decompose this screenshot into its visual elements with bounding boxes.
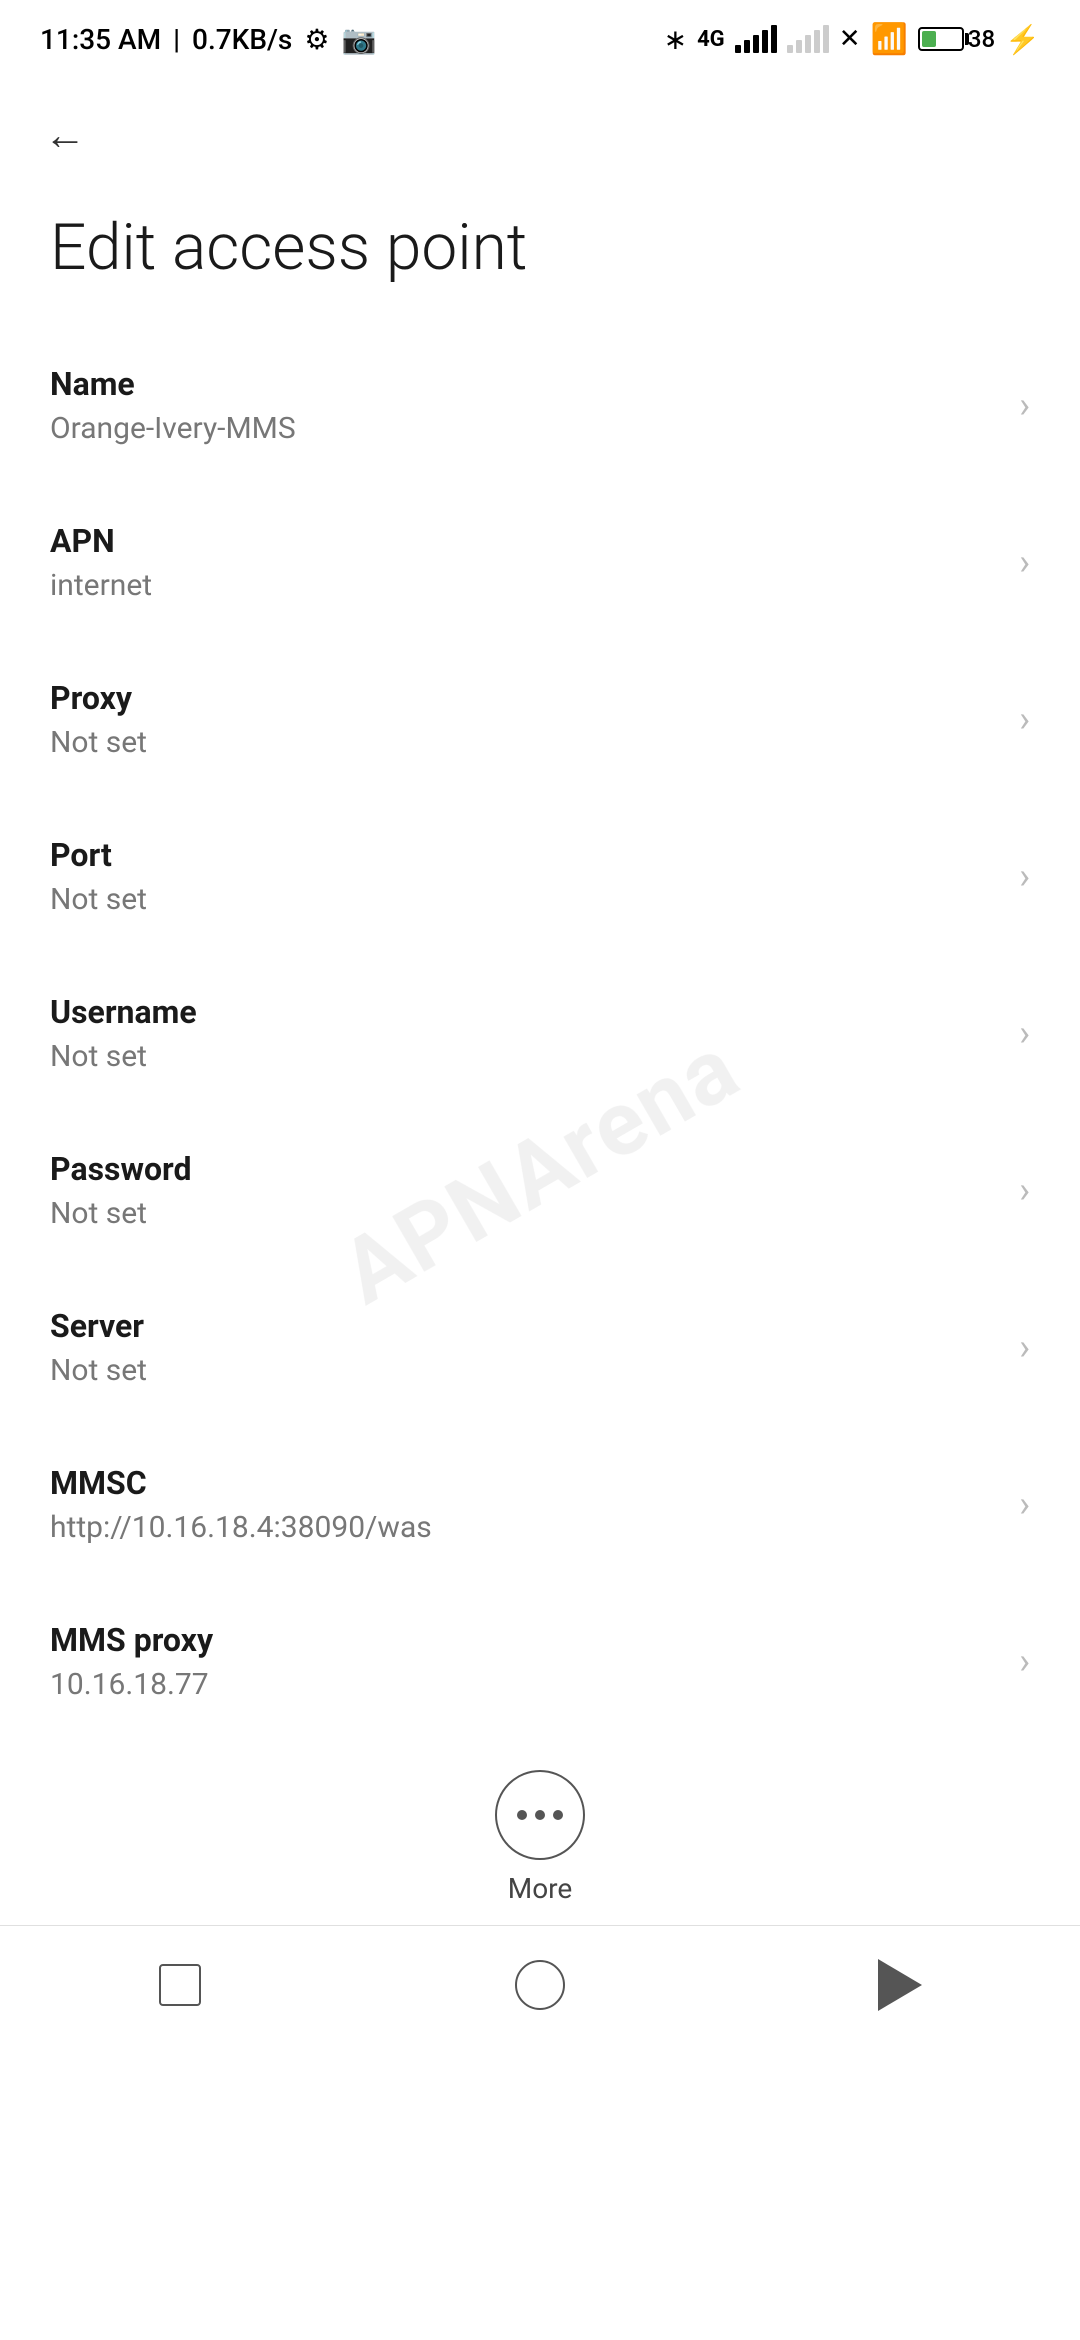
network-4g-icon: 4G bbox=[697, 27, 725, 52]
status-bar: 11:35 AM | 0.7KB/s ⚙ 📷 ∗ 4G ✕ 📶 38 bbox=[0, 0, 1080, 70]
nav-back-button[interactable] bbox=[850, 1950, 950, 2020]
more-dots-icon bbox=[517, 1810, 563, 1820]
settings-value-password: Not set bbox=[50, 1196, 999, 1231]
settings-item-username[interactable]: Username Not set › bbox=[0, 955, 1080, 1112]
back-button[interactable]: ← bbox=[30, 100, 100, 170]
settings-label-username: Username bbox=[50, 993, 999, 1031]
settings-value-proxy: Not set bbox=[50, 725, 999, 760]
settings-item-username-content: Username Not set bbox=[50, 993, 999, 1074]
separator: | bbox=[173, 23, 180, 56]
signal-bar-6 bbox=[787, 45, 793, 53]
data-speed: 0.7KB/s bbox=[192, 23, 292, 56]
settings-label-name: Name bbox=[50, 365, 999, 403]
wifi-icon: 📶 bbox=[870, 22, 907, 57]
settings-label-proxy: Proxy bbox=[50, 679, 999, 717]
signal-bar-3 bbox=[753, 35, 759, 53]
chevron-icon-mmsc: › bbox=[1019, 1483, 1030, 1525]
more-circle-icon bbox=[495, 1770, 585, 1860]
nav-bar bbox=[0, 1925, 1080, 2045]
settings-item-name-content: Name Orange-Ivery-MMS bbox=[50, 365, 999, 446]
settings-item-password-content: Password Not set bbox=[50, 1150, 999, 1231]
settings-item-apn-content: APN internet bbox=[50, 522, 999, 603]
settings-item-mms-proxy[interactable]: MMS proxy 10.16.18.77 › bbox=[0, 1583, 1080, 1740]
chevron-icon-name: › bbox=[1019, 384, 1030, 426]
settings-item-proxy-content: Proxy Not set bbox=[50, 679, 999, 760]
signal-bar-2 bbox=[744, 40, 750, 53]
nav-recents-icon bbox=[159, 1964, 201, 2006]
signal-bar-9 bbox=[814, 30, 820, 53]
settings-item-apn[interactable]: APN internet › bbox=[0, 484, 1080, 641]
settings-label-apn: APN bbox=[50, 522, 999, 560]
settings-value-port: Not set bbox=[50, 882, 999, 917]
more-label: More bbox=[508, 1872, 573, 1905]
settings-item-mmsc-content: MMSC http://10.16.18.4:38090/was bbox=[50, 1464, 999, 1545]
settings-item-name[interactable]: Name Orange-Ivery-MMS › bbox=[0, 327, 1080, 484]
settings-item-mms-proxy-content: MMS proxy 10.16.18.77 bbox=[50, 1621, 999, 1702]
battery-container: 38 bbox=[918, 25, 995, 53]
chevron-icon-mms-proxy: › bbox=[1019, 1640, 1030, 1682]
status-time-speed: 11:35 AM | 0.7KB/s ⚙ 📷 bbox=[40, 23, 376, 56]
settings-label-mmsc: MMSC bbox=[50, 1464, 999, 1502]
battery-fill bbox=[922, 31, 936, 47]
signal-bar-10 bbox=[823, 25, 829, 53]
signal-bar-7 bbox=[796, 40, 802, 53]
signal-bar-1 bbox=[735, 45, 741, 53]
chevron-icon-password: › bbox=[1019, 1169, 1030, 1211]
chevron-icon-port: › bbox=[1019, 855, 1030, 897]
signal-bar-8 bbox=[805, 35, 811, 53]
settings-item-server[interactable]: Server Not set › bbox=[0, 1269, 1080, 1426]
back-arrow-icon: ← bbox=[44, 111, 86, 160]
settings-item-server-content: Server Not set bbox=[50, 1307, 999, 1388]
dot-1 bbox=[517, 1810, 527, 1820]
settings-value-apn: internet bbox=[50, 568, 999, 603]
page-title: Edit access point bbox=[0, 190, 1080, 327]
nav-back-icon bbox=[878, 1959, 922, 2011]
nav-home-icon bbox=[515, 1960, 565, 2010]
settings-label-server: Server bbox=[50, 1307, 999, 1345]
status-right-icons: ∗ 4G ✕ 📶 38 ⚡ bbox=[664, 22, 1040, 57]
battery-icon bbox=[918, 27, 964, 51]
dot-2 bbox=[535, 1810, 545, 1820]
settings-item-port[interactable]: Port Not set › bbox=[0, 798, 1080, 955]
settings-value-mms-proxy: 10.16.18.77 bbox=[50, 1667, 999, 1702]
signal-bar-5 bbox=[771, 25, 777, 53]
bluetooth-icon: ∗ bbox=[664, 23, 687, 56]
settings-value-username: Not set bbox=[50, 1039, 999, 1074]
chevron-icon-apn: › bbox=[1019, 541, 1030, 583]
settings-item-password[interactable]: Password Not set › bbox=[0, 1112, 1080, 1269]
more-button[interactable]: More bbox=[0, 1740, 1080, 1925]
signal-bars-1 bbox=[735, 25, 777, 53]
settings-label-mms-proxy: MMS proxy bbox=[50, 1621, 999, 1659]
dot-3 bbox=[553, 1810, 563, 1820]
no-signal-icon: ✕ bbox=[839, 24, 861, 54]
chevron-icon-username: › bbox=[1019, 1012, 1030, 1054]
time: 11:35 AM bbox=[40, 23, 161, 56]
nav-home-button[interactable] bbox=[490, 1950, 590, 2020]
settings-value-mmsc: http://10.16.18.4:38090/was bbox=[50, 1510, 999, 1545]
camera-icon: 📷 bbox=[341, 23, 376, 56]
settings-label-password: Password bbox=[50, 1150, 999, 1188]
settings-item-port-content: Port Not set bbox=[50, 836, 999, 917]
charging-icon: ⚡ bbox=[1005, 23, 1040, 56]
chevron-icon-proxy: › bbox=[1019, 698, 1030, 740]
settings-icon: ⚙ bbox=[304, 23, 329, 56]
signal-bar-4 bbox=[762, 30, 768, 53]
battery-percent: 38 bbox=[968, 25, 995, 53]
nav-recents-button[interactable] bbox=[130, 1950, 230, 2020]
settings-item-mmsc[interactable]: MMSC http://10.16.18.4:38090/was › bbox=[0, 1426, 1080, 1583]
settings-label-port: Port bbox=[50, 836, 999, 874]
settings-item-proxy[interactable]: Proxy Not set › bbox=[0, 641, 1080, 798]
chevron-icon-server: › bbox=[1019, 1326, 1030, 1368]
signal-bars-2 bbox=[787, 25, 829, 53]
settings-list: Name Orange-Ivery-MMS › APN internet › P… bbox=[0, 327, 1080, 1740]
settings-value-server: Not set bbox=[50, 1353, 999, 1388]
settings-value-name: Orange-Ivery-MMS bbox=[50, 411, 999, 446]
back-area: ← bbox=[0, 70, 1080, 190]
